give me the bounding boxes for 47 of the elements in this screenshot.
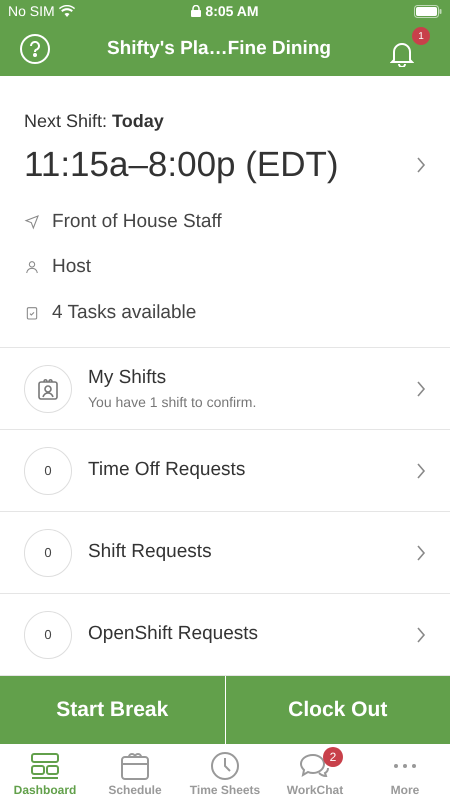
carrier-label: No SIM	[8, 2, 55, 20]
calendar-icon	[119, 751, 151, 781]
lock-icon	[191, 5, 202, 17]
shift-detail: Host	[52, 255, 92, 279]
calendar-person-icon	[36, 376, 60, 400]
tab-bar-item[interactable]: Dashboard	[0, 744, 90, 800]
chevron-right-icon	[416, 544, 426, 562]
notifications-button[interactable]: 1	[388, 27, 430, 71]
chevron-right-icon	[416, 462, 426, 480]
notification-badge: 1	[412, 27, 430, 45]
clock-time: 8:05 AM	[205, 2, 259, 20]
chat-badge: 2	[323, 747, 343, 767]
person-icon	[24, 259, 40, 276]
chevron-right-icon	[416, 626, 426, 644]
navigation-arrow-icon	[24, 214, 40, 230]
tab-bar-item[interactable]: 2 WorkChat	[270, 744, 360, 800]
list-item-title: OpenShift Requests	[88, 622, 260, 646]
tab-bar-item[interactable]: Time Sheets	[180, 744, 270, 800]
list-item-title: My Shifts	[88, 366, 168, 390]
question-mark-icon	[29, 41, 41, 57]
shift-detail: Front of House Staff	[52, 210, 222, 234]
list-item-subtitle: You have 1 shift to confirm.	[88, 393, 258, 412]
shift-time-link[interactable]: 11:15a–8:00p (EDT)	[24, 139, 426, 192]
tab-bar-item[interactable]: More	[360, 744, 450, 800]
chevron-right-icon	[416, 156, 426, 174]
request-count: 0	[44, 626, 52, 644]
help-button[interactable]	[20, 34, 50, 64]
request-count: 0	[44, 462, 52, 480]
clipboard-icon	[24, 304, 40, 321]
shift-detail: 4 Tasks available	[52, 300, 196, 324]
next-shift-label: Next Shift: Today	[24, 110, 165, 133]
request-count: 0	[44, 544, 52, 562]
action-button[interactable]: Start Break	[0, 676, 224, 744]
list-item-title: Time Off Requests	[88, 458, 246, 482]
battery-icon	[414, 4, 442, 18]
chevron-right-icon	[416, 380, 426, 398]
dashboard-list-item[interactable]: 0 Time Off Requests	[0, 430, 450, 512]
bell-icon	[390, 41, 414, 67]
tab-bar-item[interactable]: Schedule	[90, 744, 180, 800]
dashboard-list-item[interactable]: My Shifts You have 1 shift to confirm.	[0, 348, 450, 430]
wifi-icon	[58, 5, 75, 17]
dashboard-list-item[interactable]: 0 Shift Requests	[0, 512, 450, 594]
dashboard-icon	[29, 751, 61, 781]
clock-icon	[209, 751, 241, 781]
more-icon	[394, 764, 416, 768]
header-title: Shifty's Pla…Fine Dining	[106, 36, 332, 61]
list-item-title: Shift Requests	[88, 540, 213, 564]
